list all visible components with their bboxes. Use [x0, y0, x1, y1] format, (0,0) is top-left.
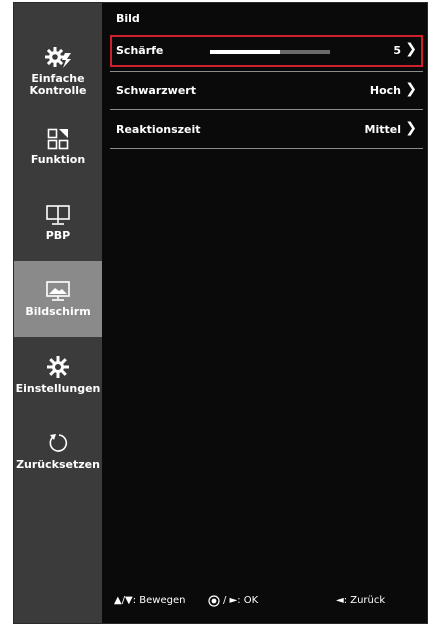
divider — [110, 109, 423, 110]
chevron-right-icon: ❯ — [405, 41, 417, 57]
row-value: 5 — [393, 44, 401, 57]
sidebar-item-funktion[interactable]: Funktion — [14, 109, 102, 185]
sidebar-item-label: Bildschirm — [25, 305, 91, 318]
grid-icon — [47, 128, 69, 154]
row-value: Mittel — [364, 123, 401, 136]
joystick-icon — [208, 595, 220, 608]
row-label: Reaktionszeit — [116, 123, 201, 136]
sharpness-slider[interactable] — [210, 50, 330, 54]
row-reaktionszeit[interactable]: Reaktionszeit Mittel ❯ — [110, 114, 423, 146]
sidebar-item-zuruecksetzen[interactable]: Zurücksetzen — [14, 413, 102, 489]
divider — [110, 71, 423, 72]
section-title: Bild — [116, 12, 140, 25]
sidebar-item-pbp[interactable]: PBP — [14, 185, 102, 261]
main-panel: Bild Schärfe 5 ❯ Schwarzwert Hoch ❯ Reak… — [110, 3, 423, 623]
sidebar: Einfache Kontrolle Funktion PBP Bildschi… — [14, 3, 102, 623]
gear-lightning-icon — [43, 45, 73, 73]
row-schaerfe[interactable]: Schärfe 5 ❯ — [110, 35, 423, 67]
sidebar-item-label: Einstellungen — [15, 382, 101, 395]
sidebar-item-einstellungen[interactable]: Einstellungen — [14, 337, 102, 413]
sidebar-item-label: Funktion — [30, 153, 86, 166]
move-hint: ▲/▼: Bewegen — [114, 595, 186, 606]
sidebar-item-einfache-kontrolle[interactable]: Einfache Kontrolle — [14, 33, 102, 109]
sidebar-item-label: Kontrolle — [29, 84, 87, 97]
sidebar-item-label: PBP — [45, 229, 71, 242]
row-schwarzwert[interactable]: Schwarzwert Hoch ❯ — [110, 75, 423, 107]
chevron-right-icon: ❯ — [405, 81, 417, 97]
dual-monitor-icon — [45, 204, 71, 230]
ok-hint: / ►: OK — [223, 595, 259, 606]
gear-icon — [46, 355, 70, 383]
sidebar-item-label: Zurücksetzen — [16, 458, 100, 471]
monitor-image-icon — [45, 280, 71, 306]
row-label: Schärfe — [116, 44, 164, 57]
chevron-right-icon: ❯ — [405, 120, 417, 136]
slider-fill — [210, 50, 280, 54]
divider — [110, 148, 423, 149]
row-value: Hoch — [369, 84, 401, 97]
reset-arrow-icon — [46, 431, 70, 459]
osd-menu: Einfache Kontrolle Funktion PBP Bildschi… — [13, 2, 428, 624]
back-hint: ◄: Zurück — [336, 595, 386, 606]
row-label: Schwarzwert — [116, 84, 196, 97]
footer-hints: ▲/▼: Bewegen / ►: OK ◄: Zurück — [110, 595, 423, 611]
sidebar-item-bildschirm[interactable]: Bildschirm — [14, 261, 102, 337]
